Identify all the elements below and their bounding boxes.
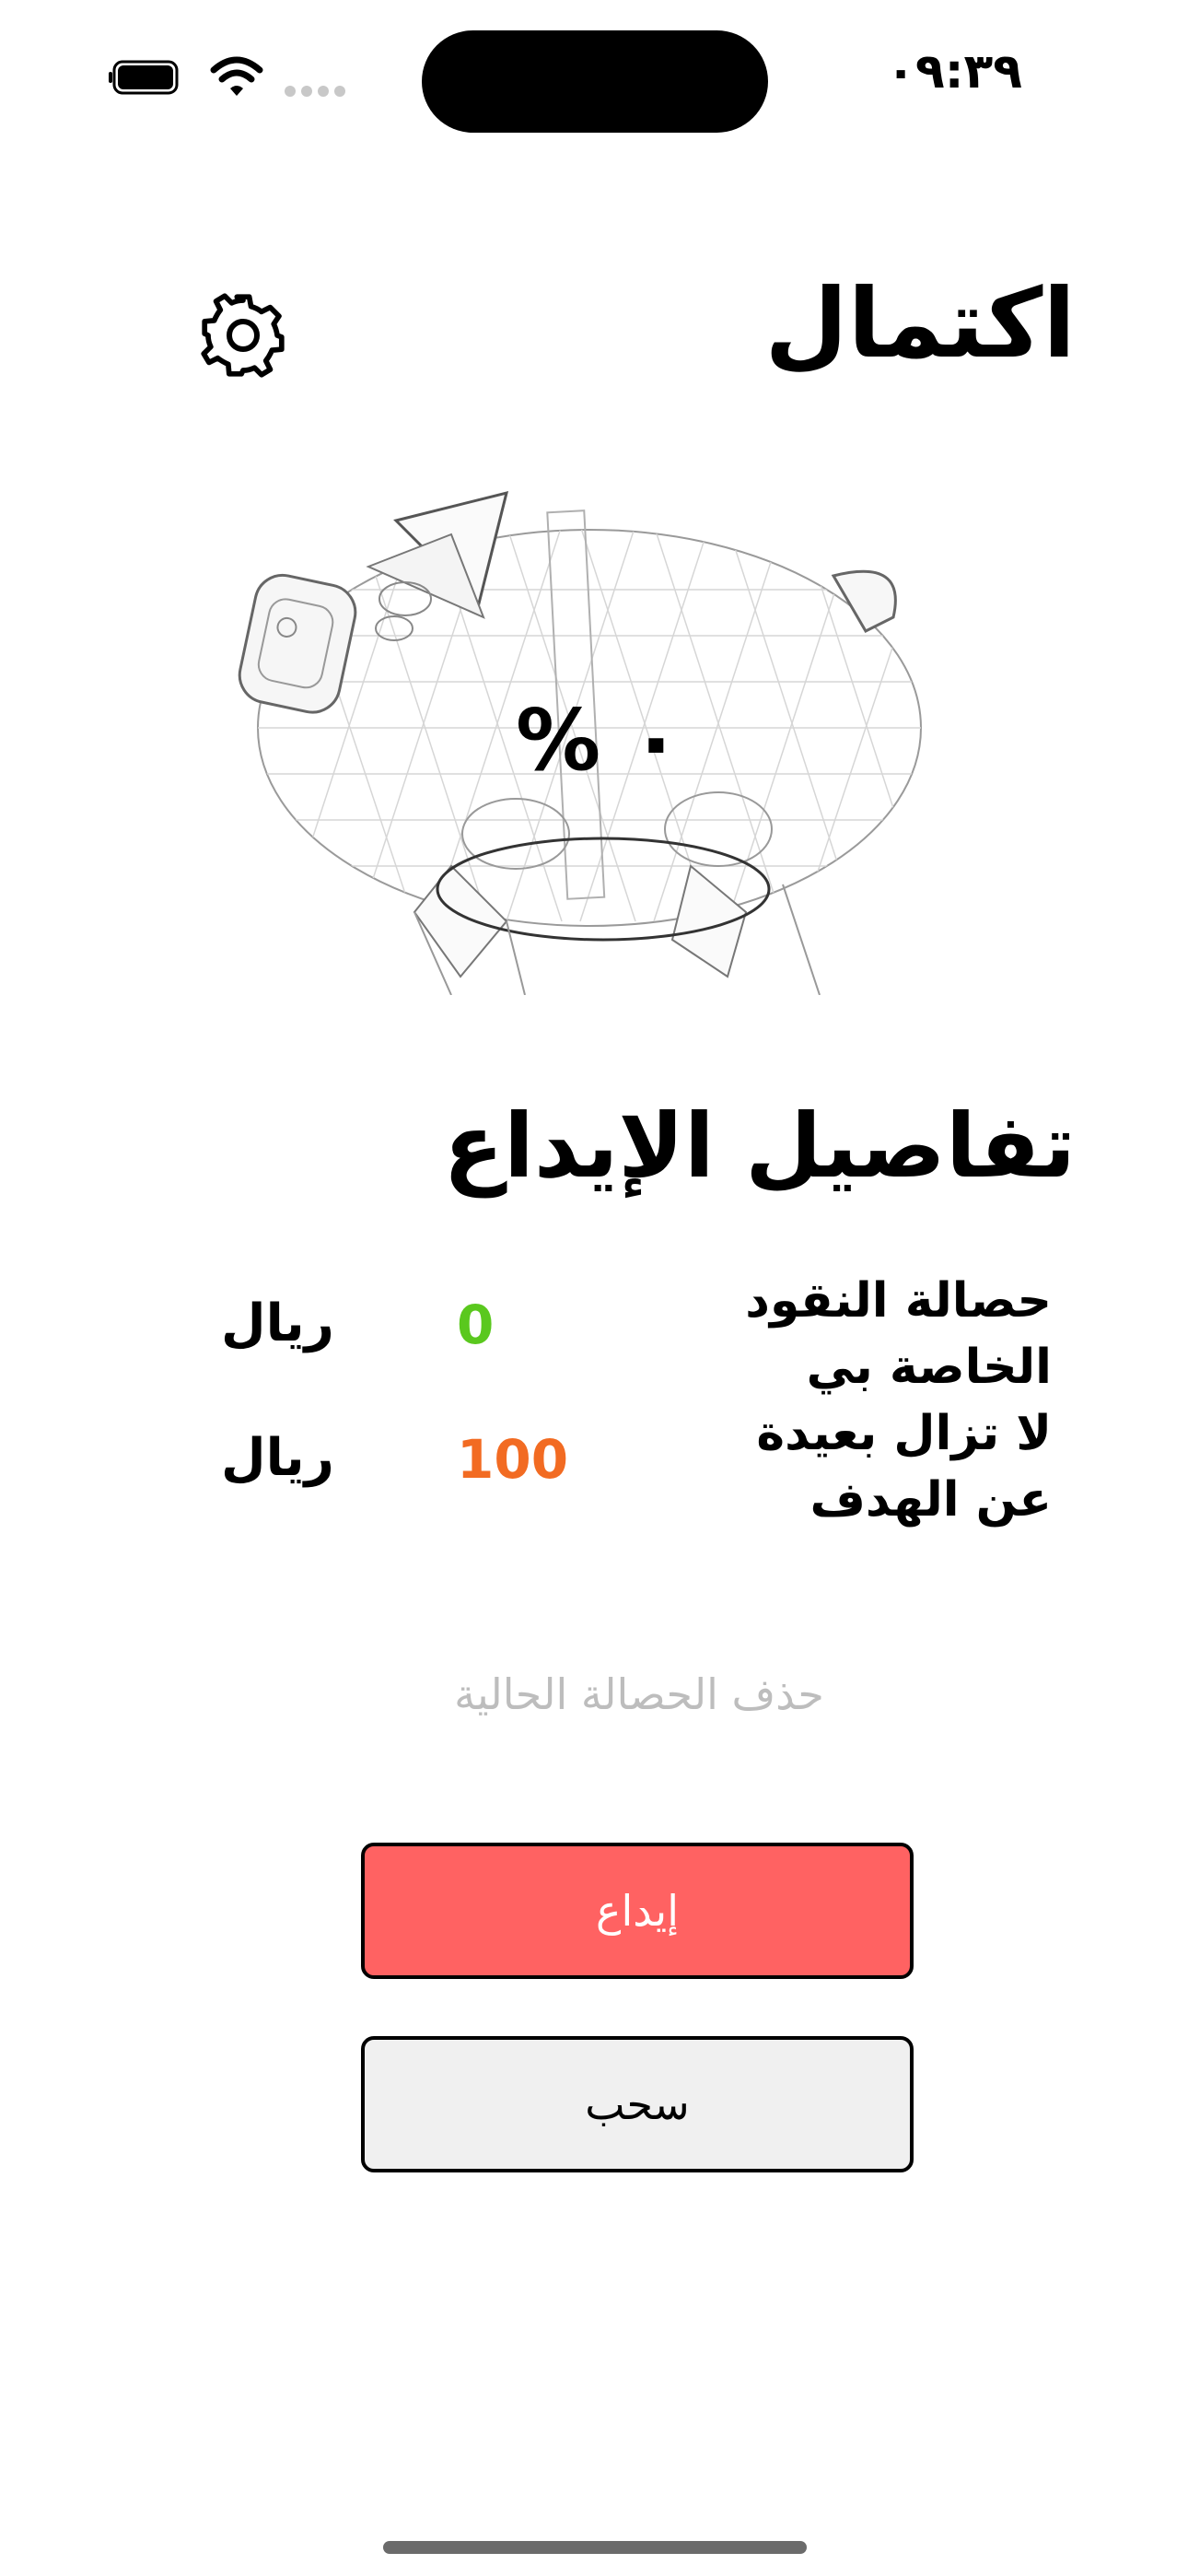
currency-label: ريال (221, 1428, 334, 1488)
completion-percent: ٠ % (516, 691, 682, 790)
status-time: ٠٩:٣٩ (886, 44, 1022, 100)
deposit-button[interactable]: إيداع (361, 1843, 914, 1979)
piggy-bank-label: حصالة النقود الخاصة بي (745, 1273, 1052, 1395)
saved-amount: 0 (457, 1294, 495, 1356)
remaining-label: لا تزال بعيدة عن الهدف (756, 1406, 1052, 1528)
wifi-icon (210, 56, 263, 96)
dynamic-island (422, 30, 768, 133)
withdraw-button[interactable]: سحب (361, 2036, 914, 2172)
page-title: اكتمال (764, 267, 1076, 380)
home-indicator[interactable] (383, 2541, 807, 2554)
battery-icon (109, 60, 179, 95)
currency-label: ريال (221, 1294, 334, 1353)
delete-piggy-bank-button[interactable]: حذف الحصالة الحالية (0, 1669, 1188, 1719)
gear-icon[interactable] (199, 291, 287, 380)
section-title-deposit-details: تفاصيل الإيداع (443, 1095, 1076, 1198)
cellular-signal-icon (285, 86, 345, 97)
remaining-amount: 100 (457, 1428, 569, 1491)
